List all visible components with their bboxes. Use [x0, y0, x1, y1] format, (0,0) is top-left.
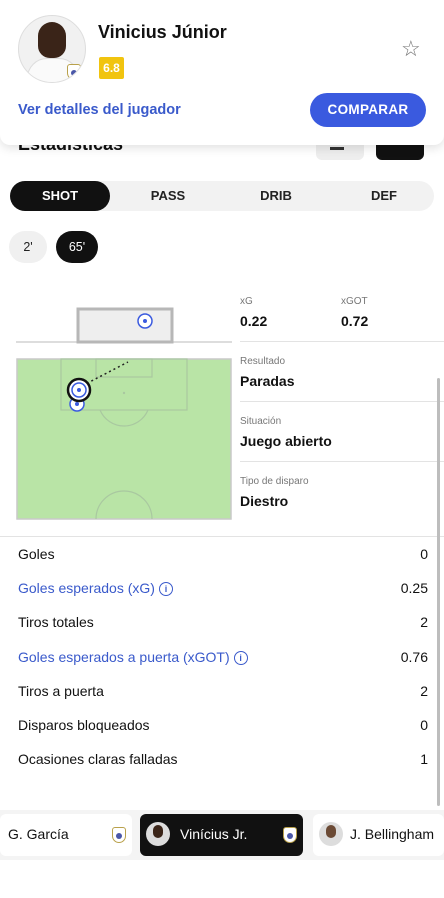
stat-label: Tiros totales [18, 614, 94, 630]
shot-detail-panel: xG 0.22 xGOT 0.72 Resultado Paradas Situ… [0, 288, 444, 536]
player-card-name: Vinícius Jr. [180, 826, 248, 842]
stat-row-shots-on-target: Tiros a puerta 2 [18, 683, 428, 703]
divider [240, 341, 444, 342]
info-icon[interactable]: i [158, 582, 173, 596]
stat-label: Disparos bloqueados [18, 717, 150, 733]
situation-value: Juego abierto [240, 433, 332, 449]
player-header-card: Vinicius Júnior 6.8 ☆ Ver detalles del j… [0, 0, 444, 145]
stat-label[interactable]: Goles esperados a puerta (xGOT) [18, 649, 230, 665]
stat-value: 0 [420, 717, 428, 733]
shot-type-value: Diestro [240, 493, 289, 509]
player-face [38, 22, 66, 58]
player-card-vinicius[interactable]: Vinícius Jr. [140, 814, 303, 856]
minus-icon [330, 147, 344, 150]
club-crest-icon [283, 827, 297, 843]
stat-label[interactable]: Goles esperados (xG) [18, 580, 155, 596]
shot-type-label: Tipo de disparo [240, 476, 309, 487]
stat-label: Ocasiones claras falladas [18, 751, 178, 767]
player-details-link[interactable]: Ver detalles del jugador [18, 102, 181, 118]
player-card-garcia[interactable]: G. García [0, 814, 132, 856]
stat-value: 2 [420, 683, 428, 699]
xgot-label: xGOT [341, 296, 368, 307]
stat-row-xgot: Goles esperados a puerta (xGOT) i 0.76 [18, 649, 428, 669]
player-name: Vinicius Júnior [98, 22, 227, 42]
pitch-graphic [16, 358, 232, 520]
stat-type-tabs: SHOT PASS DRIB DEF [10, 181, 434, 211]
stat-label: Tiros a puerta [18, 683, 104, 699]
info-icon[interactable]: i [233, 651, 248, 665]
shot-chip-2[interactable]: 2' [9, 231, 47, 263]
stat-row-blocked: Disparos bloqueados 0 [18, 717, 428, 737]
shot-map [16, 307, 232, 520]
player-card-bellingham[interactable]: J. Bellingham [313, 814, 444, 856]
result-label: Resultado [240, 356, 286, 367]
tab-pass[interactable]: PASS [118, 181, 218, 211]
xgot-value: 0.72 [341, 313, 369, 329]
star-icon[interactable]: ☆ [401, 38, 421, 60]
shot-chip-65[interactable]: 65' [56, 231, 98, 263]
player-avatar [18, 15, 86, 83]
tab-drib[interactable]: DRIB [226, 181, 326, 211]
xg-value: 0.22 [240, 313, 268, 329]
player-selector: G. García Vinícius Jr. J. Bellingham [0, 810, 444, 860]
tab-shot[interactable]: SHOT [10, 181, 110, 211]
tab-def[interactable]: DEF [334, 181, 434, 211]
stat-value: 0 [420, 546, 428, 562]
player-card-name: J. Bellingham [350, 826, 435, 842]
situation-label: Situación [240, 416, 282, 427]
player-card-name: G. García [8, 826, 69, 842]
stat-row-total-shots: Tiros totales 2 [18, 614, 428, 634]
club-crest-icon [112, 827, 126, 843]
compare-button[interactable]: COMPARAR [310, 93, 426, 127]
divider [240, 401, 444, 402]
stat-value: 0.25 [400, 580, 428, 596]
rating-badge: 6.8 [99, 57, 124, 79]
stat-row-xg: Goles esperados (xG) i 0.25 [18, 580, 428, 600]
avatar [319, 822, 343, 846]
divider [240, 461, 444, 462]
stat-value: 2 [420, 614, 428, 630]
xg-label: xG [240, 296, 253, 307]
stat-row-goals: Goles 0 [18, 546, 428, 566]
result-value: Paradas [240, 373, 295, 389]
stat-value: 0.76 [400, 649, 428, 665]
stat-label: Goles [18, 546, 55, 562]
avatar [146, 822, 170, 846]
divider [0, 536, 444, 537]
stat-value: 1 [420, 751, 428, 767]
club-crest-icon [67, 64, 81, 80]
stat-row-big-chances-missed: Ocasiones claras falladas 1 [18, 751, 428, 771]
goal-view-icon [16, 307, 232, 344]
scrollbar[interactable] [437, 378, 440, 806]
